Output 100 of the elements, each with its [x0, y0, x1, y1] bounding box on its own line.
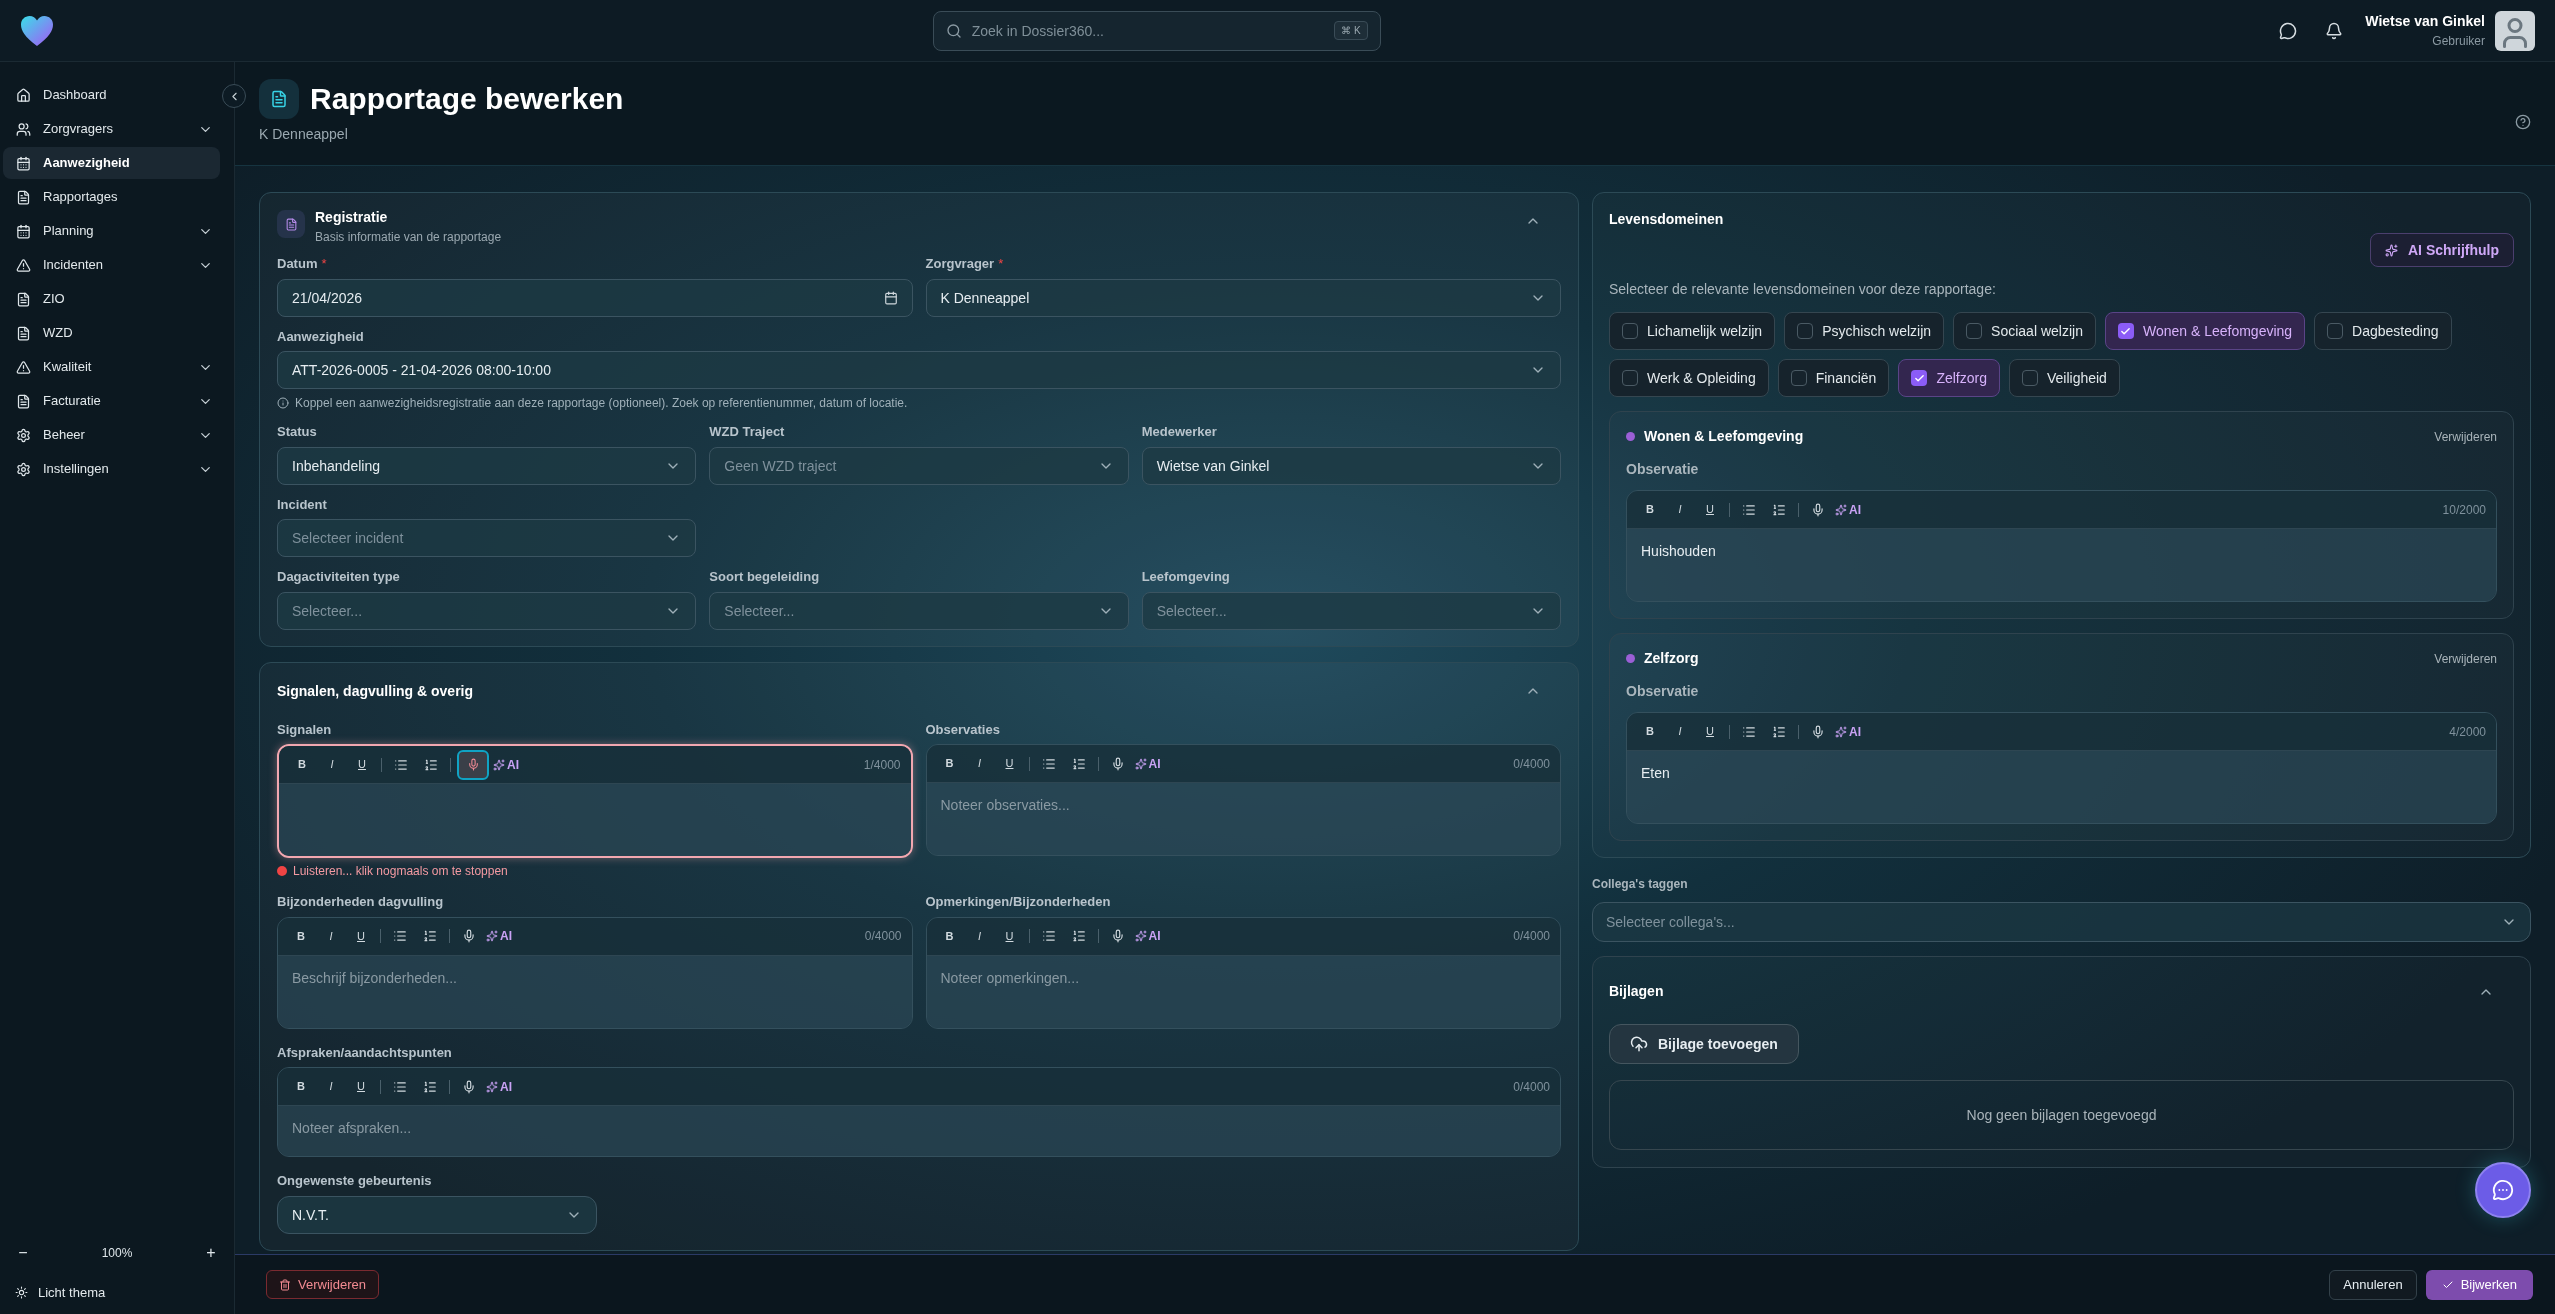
checkbox[interactable] [1797, 323, 1814, 339]
domain-chip[interactable]: Dagbesteding [2314, 312, 2452, 350]
checkbox[interactable] [2327, 323, 2344, 339]
select-field[interactable]: Wietse van Ginkel [1141, 446, 1561, 485]
sidebar-item[interactable]: Instellingen [3, 453, 220, 485]
bold-button[interactable]: B [289, 751, 315, 778]
numbered-list-icon[interactable] [424, 757, 438, 772]
select-field[interactable]: Selecteer... [709, 591, 1129, 630]
numbered-list-icon[interactable] [1772, 724, 1786, 739]
microphone-icon[interactable] [462, 1079, 476, 1094]
underline-button[interactable]: U [1697, 718, 1723, 745]
microphone-icon[interactable] [1811, 502, 1825, 517]
select-field[interactable]: Selecteer collega's... [1592, 902, 2531, 942]
numbered-list-icon[interactable] [423, 1079, 437, 1094]
underline-button[interactable]: U [1697, 496, 1723, 523]
underline-button[interactable]: U [348, 1073, 374, 1100]
editor-text-area[interactable]: Huishouden [1627, 529, 2496, 601]
select-field[interactable]: Inbehandeling [277, 446, 697, 485]
underline-button[interactable]: U [996, 923, 1023, 949]
checkbox[interactable] [2021, 370, 2038, 386]
domain-chip[interactable]: Sociaal welzijn [1953, 312, 2096, 350]
bullet-list-icon[interactable] [1742, 724, 1756, 739]
sidebar-item[interactable]: Rapportages [3, 181, 220, 213]
ai-button[interactable]: AI [1134, 750, 1161, 777]
checkbox[interactable] [1622, 323, 1638, 339]
collapse-sidebar-button[interactable] [222, 84, 246, 108]
editor-text-area[interactable]: Beschrijf bijzonderheden... [278, 955, 912, 1028]
domain-chip[interactable]: Zelfzorg [1898, 359, 2000, 397]
domain-chip[interactable]: Werk & Opleiding [1609, 359, 1769, 397]
editor-text-area[interactable]: Noteer opmerkingen... [926, 955, 1560, 1028]
ai-button[interactable]: AI [1835, 718, 1861, 745]
ai-button[interactable]: AI [493, 751, 519, 778]
delete-button[interactable]: Verwijderen [266, 1270, 379, 1299]
checkbox[interactable] [1966, 323, 1983, 339]
microphone-icon[interactable] [1811, 724, 1825, 739]
sidebar-item[interactable]: Incidenten [3, 249, 220, 281]
bold-button[interactable]: B [936, 923, 963, 949]
bullet-list-icon[interactable] [1742, 502, 1756, 517]
help-icon[interactable] [2515, 114, 2531, 130]
microphone-icon[interactable] [1110, 929, 1125, 943]
sidebar-item[interactable]: Planning [3, 215, 220, 247]
ai-button[interactable]: AI [486, 923, 512, 949]
ai-button[interactable]: AI [486, 1073, 512, 1100]
checkbox[interactable] [1622, 370, 1638, 386]
checkbox[interactable] [1911, 370, 1928, 386]
ai-writing-help-button[interactable]: AI Schrijfhulp [2370, 233, 2514, 267]
ai-button[interactable]: AI [1134, 923, 1161, 949]
select-field[interactable]: ATT-2026-0005 - 21-04-2026 08:00-10:00 [277, 351, 1561, 389]
ai-button[interactable]: AI [1835, 496, 1861, 523]
sidebar-item[interactable]: Aanwezigheid [3, 147, 220, 179]
microphone-icon[interactable] [1110, 756, 1125, 771]
select-field[interactable]: Selecteer... [277, 591, 697, 630]
italic-button[interactable]: I [966, 750, 993, 777]
numbered-list-icon[interactable] [1071, 929, 1086, 943]
microphone-button[interactable] [457, 749, 489, 780]
bold-button[interactable]: B [288, 923, 314, 949]
bold-button[interactable]: B [1637, 718, 1663, 745]
sidebar-item[interactable]: Facturatie [3, 385, 220, 417]
select-field[interactable]: Selecteer... [1141, 591, 1561, 630]
select-field[interactable]: Geen WZD traject [709, 446, 1129, 485]
domain-chip[interactable]: Financiën [1777, 359, 1890, 397]
underline-button[interactable]: U [996, 750, 1023, 777]
editor-text-area[interactable]: Noteer observaties... [926, 783, 1560, 855]
bold-button[interactable]: B [936, 750, 963, 777]
select-field[interactable]: Selecteer incident [277, 519, 697, 557]
remove-link[interactable]: Verwijderen [2434, 427, 2497, 446]
search-field[interactable]: Zoek in Dossier360... ⌘ K [932, 10, 1381, 51]
sidebar-item[interactable]: Beheer [3, 419, 220, 451]
checkbox[interactable] [1790, 370, 1807, 386]
remove-link[interactable]: Verwijderen [2434, 649, 2497, 668]
sidebar-item[interactable]: ZIO [3, 283, 220, 315]
sidebar-item[interactable]: Zorgvragers [3, 113, 220, 145]
editor-text-area[interactable]: Eten [1627, 751, 2496, 823]
select-field[interactable]: N.V.T. [277, 1195, 597, 1234]
italic-button[interactable]: I [318, 923, 344, 949]
numbered-list-icon[interactable] [1071, 756, 1086, 771]
bullet-list-icon[interactable] [1041, 756, 1056, 771]
bullet-list-icon[interactable] [393, 929, 407, 943]
domain-chip[interactable]: Psychisch welzijn [1784, 312, 1945, 350]
numbered-list-icon[interactable] [1772, 502, 1786, 517]
italic-button[interactable]: I [318, 1073, 344, 1100]
zoom-in-button[interactable]: + [203, 1240, 219, 1265]
bullet-list-icon[interactable] [394, 757, 408, 772]
italic-button[interactable]: I [966, 923, 993, 949]
sidebar-item[interactable]: WZD [3, 317, 220, 349]
sidebar-item[interactable]: Dashboard [3, 79, 220, 111]
domain-chip[interactable]: Lichamelijk welzijn [1609, 312, 1776, 350]
domain-chip[interactable]: Wonen & Leefomgeving [2104, 312, 2306, 350]
chat-icon[interactable] [2279, 21, 2298, 40]
checkbox[interactable] [2117, 323, 2134, 339]
italic-button[interactable]: I [1667, 496, 1693, 523]
bullet-list-icon[interactable] [393, 1079, 407, 1094]
underline-button[interactable]: U [348, 923, 374, 949]
domain-chip[interactable]: Veiligheid [2008, 359, 2120, 397]
italic-button[interactable]: I [319, 751, 345, 778]
theme-toggle[interactable]: Licht thema [15, 1282, 219, 1302]
add-attachment-button[interactable]: Bijlage toevoegen [1609, 1024, 1799, 1064]
sidebar-item[interactable]: Kwaliteit [3, 351, 220, 383]
bullet-list-icon[interactable] [1041, 929, 1056, 943]
notification-bell-icon[interactable] [2325, 21, 2344, 40]
